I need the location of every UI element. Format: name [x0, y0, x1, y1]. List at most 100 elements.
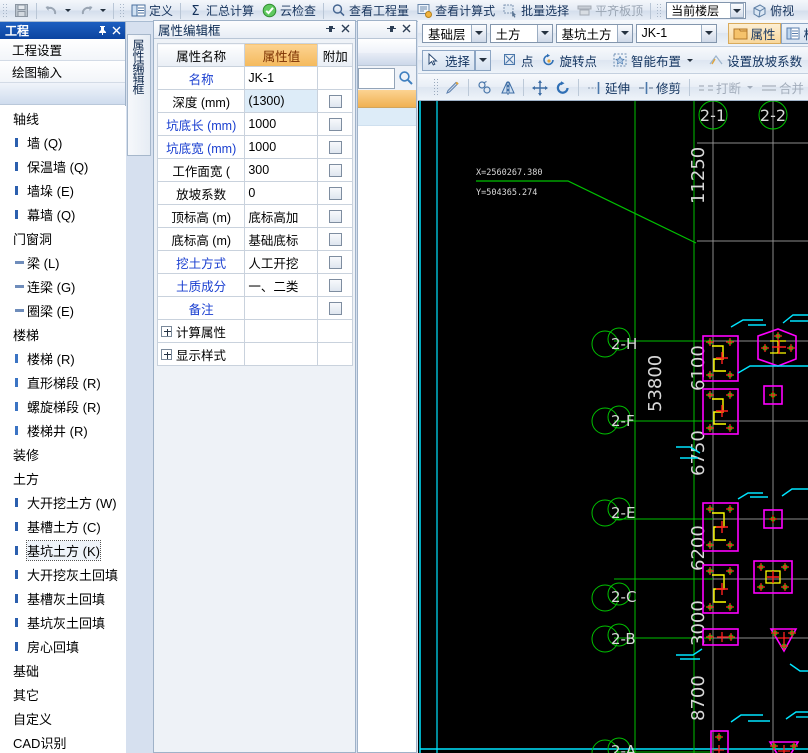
smart-layout-button[interactable]: 智能布置: [609, 50, 697, 71]
property-group-name-cell[interactable]: 计算属性: [156, 319, 246, 343]
expand-icon[interactable]: [161, 325, 172, 337]
current-floor-dropdown-arrow[interactable]: [730, 3, 745, 18]
summary-calc-button[interactable]: Σ 汇总计算: [184, 1, 258, 21]
toolbar-grip[interactable]: [432, 78, 438, 96]
define-button[interactable]: 定义: [127, 1, 177, 21]
attach-checkbox[interactable]: [328, 117, 342, 131]
property-attach-cell[interactable]: [317, 135, 353, 159]
cad-drawing-canvas[interactable]: 2-H 2-F 2-E 2-C 2-B 2-A 2-1 2-2 11250 53…: [418, 101, 808, 753]
property-group-name-cell[interactable]: 显示样式: [156, 342, 246, 366]
tree-item-10[interactable]: 楼梯 (R): [0, 346, 126, 370]
tree-item-8[interactable]: 圈梁 (E): [0, 298, 126, 322]
tree-item-17[interactable]: 基槽土方 (C): [0, 514, 126, 538]
floor-combo[interactable]: 基础层: [422, 23, 487, 43]
property-value-cell[interactable]: 0: [244, 181, 319, 205]
attach-checkbox[interactable]: [328, 255, 342, 269]
undo-button[interactable]: [40, 1, 75, 21]
break-button[interactable]: 打断: [694, 77, 757, 98]
property-value-cell[interactable]: 1000: [244, 112, 319, 136]
tree-item-18[interactable]: 基坑土方 (K): [0, 538, 126, 562]
align-slab-top-button[interactable]: 平齐板顶: [573, 1, 647, 21]
tree-item-22[interactable]: 房心回填: [0, 634, 126, 658]
property-value-cell[interactable]: [244, 296, 319, 320]
tree-item-13[interactable]: 楼梯井 (R): [0, 418, 126, 442]
close-icon[interactable]: [338, 23, 353, 37]
property-attach-cell[interactable]: [317, 66, 353, 90]
component-tree[interactable]: 轴线墙 (Q) 保温墙 (Q) 墙垛 (E) 幕墙 (Q) 门窗洞梁 (L) 连梁 (G)…: [0, 106, 126, 753]
extend-button[interactable]: 延伸: [583, 77, 634, 98]
trim-button[interactable]: 修剪: [634, 77, 685, 98]
pin-icon[interactable]: [384, 23, 399, 37]
property-value-cell[interactable]: 1000: [244, 135, 319, 159]
tree-item-5[interactable]: 门窗洞: [0, 226, 126, 250]
property-value-cell[interactable]: (1300): [244, 89, 319, 113]
category-combo[interactable]: 土方: [489, 23, 553, 43]
move-button[interactable]: [528, 77, 551, 98]
property-attach-cell[interactable]: [317, 89, 353, 113]
tree-item-26[interactable]: CAD识别: [0, 730, 126, 753]
toolbar-grip[interactable]: [119, 2, 125, 19]
tree-item-19[interactable]: 大开挖灰土回填: [0, 562, 126, 586]
top-view-button[interactable]: 俯视: [748, 1, 798, 21]
property-row[interactable]: 工作面宽 (300: [156, 158, 353, 182]
point-button[interactable]: 点: [499, 50, 538, 71]
property-attach-cell[interactable]: [317, 181, 353, 205]
view-formula-button[interactable]: 查看计算式: [413, 1, 499, 21]
component-type-combo[interactable]: 基坑土方: [555, 23, 633, 43]
property-row[interactable]: 土质成分 一、二类: [156, 273, 353, 297]
search-input[interactable]: [358, 67, 395, 89]
copy-button[interactable]: [473, 77, 496, 98]
property-value-cell[interactable]: 人工开挖: [244, 250, 319, 274]
components-button[interactable]: 构件: [780, 22, 808, 44]
property-row[interactable]: 备注: [156, 296, 353, 320]
property-attach-cell[interactable]: [317, 250, 353, 274]
tree-item-3[interactable]: 墙垛 (E): [0, 178, 126, 202]
property-group-row[interactable]: 显示样式: [156, 342, 353, 366]
cloud-check-button[interactable]: 云检查: [258, 1, 320, 21]
property-row[interactable]: 坑底长 (mm) 1000: [156, 112, 353, 136]
property-value-cell[interactable]: 300: [244, 158, 319, 182]
tree-item-23[interactable]: 基础: [0, 658, 126, 682]
component-name-combo[interactable]: JK-1: [635, 23, 717, 43]
magnifier-icon[interactable]: [395, 70, 416, 86]
chevron-down-icon[interactable]: [747, 85, 753, 89]
property-value-cell[interactable]: 一、二类: [244, 273, 319, 297]
tree-item-15[interactable]: 土方: [0, 466, 126, 490]
attach-checkbox[interactable]: [328, 301, 342, 315]
tree-item-14[interactable]: 装修: [0, 442, 126, 466]
floor-combo-arrow[interactable]: [470, 24, 486, 42]
save-button[interactable]: [10, 1, 33, 21]
component-type-combo-arrow[interactable]: [616, 24, 632, 42]
close-icon[interactable]: [399, 23, 414, 37]
tree-item-7[interactable]: 连梁 (G): [0, 274, 126, 298]
property-row[interactable]: 名称 JK-1: [156, 66, 353, 90]
toolbar-grip[interactable]: [656, 2, 663, 19]
property-value-cell[interactable]: 底标高加: [244, 204, 319, 228]
merge-button[interactable]: 合并: [757, 77, 808, 98]
tree-item-12[interactable]: 螺旋梯段 (R): [0, 394, 126, 418]
properties-button[interactable]: 属性: [727, 22, 781, 44]
match-property-button[interactable]: [441, 77, 464, 98]
expand-icon[interactable]: [161, 348, 172, 360]
property-row[interactable]: 挖土方式 人工开挖: [156, 250, 353, 274]
property-row[interactable]: 底标高 (m) 基础底标: [156, 227, 353, 251]
redo-dropdown-icon[interactable]: [100, 9, 106, 12]
tree-item-4[interactable]: 幕墙 (Q): [0, 202, 126, 226]
undo-dropdown-icon[interactable]: [65, 9, 71, 12]
redo-button[interactable]: [75, 1, 110, 21]
property-attach-cell[interactable]: [317, 204, 353, 228]
rotate-button[interactable]: [551, 77, 574, 98]
batch-select-button[interactable]: 批量选择: [499, 1, 573, 21]
tree-item-11[interactable]: 直形梯段 (R): [0, 370, 126, 394]
tree-item-24[interactable]: 其它: [0, 682, 126, 706]
attach-checkbox[interactable]: [328, 278, 342, 292]
tree-item-25[interactable]: 自定义: [0, 706, 126, 730]
view-quantity-button[interactable]: 查看工程量: [327, 1, 413, 21]
toolbar-grip[interactable]: [2, 2, 8, 19]
attach-checkbox[interactable]: [328, 140, 342, 154]
component-name-combo-arrow[interactable]: [700, 24, 716, 42]
attach-checkbox[interactable]: [328, 186, 342, 200]
tree-item-6[interactable]: 梁 (L): [0, 250, 126, 274]
attach-checkbox[interactable]: [328, 209, 342, 223]
property-editor-tab[interactable]: 属性编辑框: [127, 34, 151, 156]
